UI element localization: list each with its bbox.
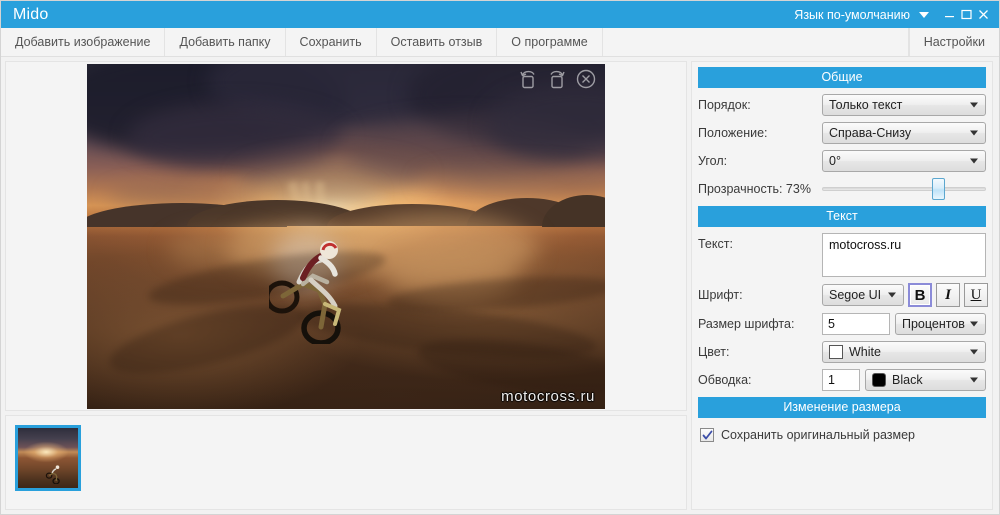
row-outline: Обводка: Black	[698, 369, 986, 391]
close-button[interactable]	[975, 4, 992, 26]
font-size-input[interactable]	[822, 313, 890, 335]
order-label: Порядок:	[698, 98, 751, 112]
position-select[interactable]: Справа-Снизу	[822, 122, 986, 144]
keep-original-size-label: Сохранить оригинальный размер	[721, 428, 916, 442]
title-bar: Mido Язык по-умолчанию	[1, 1, 999, 28]
row-color: Цвет: White	[698, 341, 986, 363]
font-family-select[interactable]: Segoe UI	[822, 284, 904, 306]
settings-panel: Общие Порядок: Только текст Положение: С…	[691, 61, 993, 510]
preview-image[interactable]: motocross.ru	[87, 63, 605, 409]
slider-track	[822, 187, 986, 191]
maximize-button[interactable]	[958, 4, 975, 26]
row-position: Положение: Справа-Снизу	[698, 122, 986, 144]
app-title: Mido	[13, 5, 49, 23]
text-color-value: White	[849, 345, 881, 359]
motocross-photo	[87, 63, 605, 409]
font-label: Шрифт:	[698, 288, 743, 302]
row-transparency: Прозрачность: 73%	[698, 178, 986, 200]
save-button[interactable]: Сохранить	[285, 28, 377, 56]
language-selector-label[interactable]: Язык по-умолчанию	[794, 8, 919, 22]
title-bar-right: Язык по-умолчанию	[794, 4, 999, 26]
thumbnail-rider-icon	[45, 465, 60, 484]
feedback-button[interactable]: Оставить отзыв	[376, 28, 498, 56]
chevron-down-icon	[970, 158, 978, 164]
font-family-value: Segoe UI	[829, 288, 882, 302]
font-size-unit-select[interactable]: Процентов	[895, 313, 986, 335]
chevron-down-icon	[970, 130, 978, 136]
bold-button[interactable]: B	[908, 283, 932, 307]
settings-button[interactable]: Настройки	[908, 28, 999, 56]
left-column: motocross.ru	[5, 61, 687, 510]
color-label: Цвет:	[698, 345, 730, 359]
outline-color-value: Black	[892, 373, 923, 387]
row-order: Порядок: Только текст	[698, 94, 986, 116]
chevron-down-icon	[970, 377, 978, 383]
image-action-icons	[516, 67, 598, 91]
text-label: Текст:	[698, 237, 733, 251]
about-button[interactable]: О программе	[497, 28, 603, 56]
row-text: Текст:	[698, 233, 986, 277]
rider-silhouette	[269, 240, 342, 344]
row-angle: Угол: 0°	[698, 150, 986, 172]
angle-label: Угол:	[698, 154, 728, 168]
app-window: Mido Язык по-умолчанию Добавить изображе…	[0, 0, 1000, 515]
chevron-down-icon	[970, 321, 978, 327]
chevron-down-icon	[970, 102, 978, 108]
order-select[interactable]: Только текст	[822, 94, 986, 116]
section-header-resize: Изменение размера	[698, 397, 986, 418]
chevron-down-icon	[888, 292, 896, 298]
row-font: Шрифт: Segoe UI B I U	[698, 283, 988, 307]
content-area: motocross.ru Общие Порядок: Только текст…	[1, 57, 999, 514]
position-value: Справа-Снизу	[829, 126, 912, 140]
add-image-button[interactable]: Добавить изображение	[1, 28, 166, 56]
outline-color-swatch	[872, 373, 886, 387]
remove-image-icon[interactable]	[574, 67, 598, 91]
slider-handle[interactable]	[932, 178, 946, 200]
font-size-label: Размер шрифта:	[698, 317, 795, 331]
order-value: Только текст	[829, 98, 903, 112]
watermark-text: motocross.ru	[501, 387, 595, 405]
transparency-slider[interactable]	[822, 178, 986, 200]
font-size-unit-value: Процентов	[902, 317, 965, 331]
keep-original-size-checkbox[interactable]	[700, 428, 714, 442]
outline-width-input[interactable]	[822, 369, 860, 391]
transparency-label: Прозрачность: 73%	[698, 182, 811, 196]
rotate-left-icon[interactable]	[516, 67, 540, 91]
section-header-general: Общие	[698, 67, 986, 88]
watermark-text-input[interactable]	[822, 233, 986, 277]
section-header-text: Текст	[698, 206, 986, 227]
text-color-select[interactable]: White	[822, 341, 986, 363]
italic-button[interactable]: I	[936, 283, 960, 307]
underline-button[interactable]: U	[964, 283, 988, 307]
angle-select[interactable]: 0°	[822, 150, 986, 172]
toolbar-spacer	[602, 28, 909, 56]
row-keep-original-size: Сохранить оригинальный размер	[698, 424, 986, 442]
checkmark-icon	[702, 430, 712, 439]
angle-value: 0°	[829, 154, 841, 168]
color-swatch	[829, 345, 843, 359]
outline-label: Обводка:	[698, 373, 752, 387]
thumbnail-strip	[5, 415, 687, 510]
image-preview-pane: motocross.ru	[5, 61, 687, 411]
minimize-button[interactable]	[941, 4, 958, 26]
rotate-right-icon[interactable]	[545, 67, 569, 91]
row-font-size: Размер шрифта: Процентов	[698, 313, 986, 335]
main-toolbar: Добавить изображение Добавить папку Сохр…	[1, 28, 999, 57]
chevron-down-icon	[970, 349, 978, 355]
outline-color-select[interactable]: Black	[865, 369, 986, 391]
add-folder-button[interactable]: Добавить папку	[165, 28, 286, 56]
position-label: Положение:	[698, 126, 768, 140]
thumbnail-item[interactable]	[15, 425, 81, 491]
chevron-down-icon[interactable]	[919, 11, 929, 18]
